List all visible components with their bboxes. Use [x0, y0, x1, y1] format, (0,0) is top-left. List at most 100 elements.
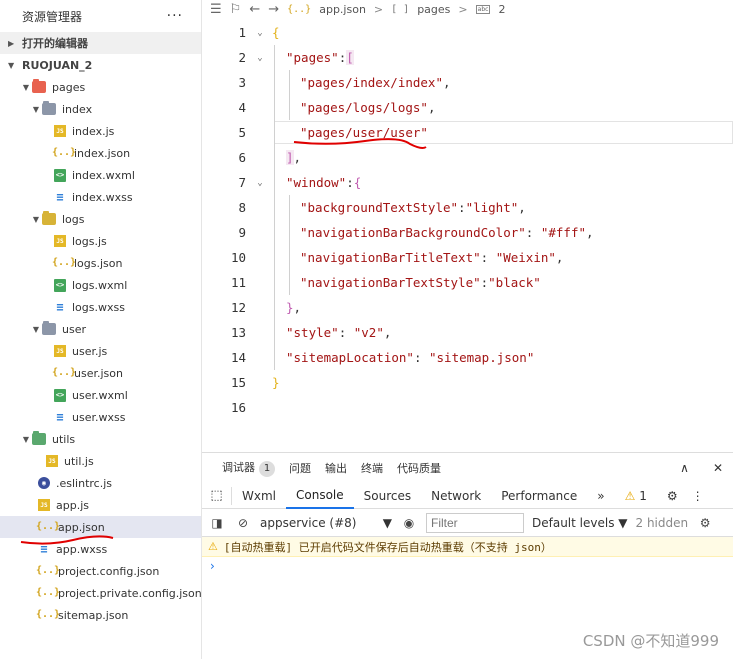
more-tabs-icon[interactable]: » — [587, 483, 614, 509]
tree-folder-index[interactable]: ▼ index — [0, 98, 201, 120]
context-select[interactable]: appservice (#8) ▼ — [260, 516, 392, 530]
tab-issues[interactable]: 问题 — [289, 460, 311, 476]
tree-file-index-wxss[interactable]: ≡ index.wxss — [0, 186, 201, 208]
fold-chevron-icon[interactable]: ⌄ — [248, 53, 272, 63]
filter-input[interactable] — [426, 512, 524, 533]
back-arrow-icon[interactable]: ← — [249, 2, 260, 17]
code-line[interactable]: 9 "navigationBarBackgroundColor": "#fff"… — [202, 220, 733, 245]
tab-network[interactable]: Network — [421, 483, 491, 509]
tree-folder-pages[interactable]: ▼ pages — [0, 76, 201, 98]
breadcrumb-file[interactable]: app.json — [319, 3, 366, 16]
more-actions-icon[interactable]: ··· — [167, 8, 183, 24]
tree-file-util-js[interactable]: JS util.js — [0, 450, 201, 472]
code-token: : — [413, 350, 429, 365]
code-token: "style" — [286, 325, 339, 340]
code-line[interactable]: 1 ⌄ { — [202, 20, 733, 45]
tab-performance[interactable]: Performance — [491, 483, 587, 509]
tree-file-project-config[interactable]: {..} project.config.json — [0, 560, 201, 582]
tree-file-app-json[interactable]: {..} app.json — [0, 516, 201, 538]
tab-wxml[interactable]: Wxml — [232, 483, 286, 509]
code-editor[interactable]: ☰ ⚐ ← → {..} app.json > [ ] pages > abc … — [202, 0, 733, 452]
list-icon[interactable]: ☰ — [210, 2, 222, 17]
tree-file-index-js[interactable]: JS index.js — [0, 120, 201, 142]
code-line[interactable]: 8 "backgroundTextStyle":"light", — [202, 195, 733, 220]
kebab-menu-icon[interactable]: ⋮ — [688, 483, 708, 509]
json-file-icon: {..} — [36, 521, 61, 532]
tab-output[interactable]: 输出 — [325, 460, 347, 476]
code-line[interactable]: 3 "pages/index/index", — [202, 70, 733, 95]
tree-file-index-wxml[interactable]: <> index.wxml — [0, 164, 201, 186]
wxss-file-icon: ≡ — [40, 542, 48, 556]
tree-file-logs-json[interactable]: {..} logs.json — [0, 252, 201, 274]
tab-debugger[interactable]: 调试器 1 — [222, 459, 275, 477]
breadcrumb-key[interactable]: pages — [417, 3, 450, 16]
file-tree: ▼ pages ▼ index JS index.js {..} index.j… — [0, 76, 202, 626]
close-panel-icon[interactable]: ✕ — [713, 461, 733, 475]
tab-code-quality[interactable]: 代码质量 — [397, 460, 441, 476]
indent-guide — [274, 220, 275, 245]
breadcrumb-index[interactable]: 2 — [498, 3, 505, 16]
tree-file-project-private-config[interactable]: {..} project.private.config.json — [0, 582, 202, 604]
code-token: "navigationBarTextStyle" — [300, 275, 481, 290]
forward-arrow-icon[interactable]: → — [268, 2, 279, 17]
project-root-section[interactable]: ▼ RUOJUAN_2 — [0, 54, 201, 76]
code-line[interactable]: 15 } — [202, 370, 733, 395]
explorer-header: 资源管理器 ··· — [0, 0, 201, 32]
tree-file-eslintrc[interactable]: ◉ .eslintrc.js — [0, 472, 201, 494]
tree-file-user-js[interactable]: JS user.js — [0, 340, 201, 362]
tree-folder-user[interactable]: ▼ user — [0, 318, 201, 340]
fold-chevron-icon[interactable]: ⌄ — [248, 178, 272, 188]
code-line[interactable]: 16 — [202, 395, 733, 420]
code-token: , — [293, 150, 302, 165]
tree-file-sitemap[interactable]: {..} sitemap.json — [0, 604, 201, 626]
tab-terminal[interactable]: 终端 — [361, 460, 383, 476]
chevron-down-icon: ▼ — [22, 82, 30, 92]
tree-file-logs-js[interactable]: JS logs.js — [0, 230, 201, 252]
panel-tabs: 调试器 1 问题 输出 终端 代码质量 ∧ ✕ — [202, 453, 733, 483]
code-lines[interactable]: 1 ⌄ { 2 ⌄ "pages":[ 3 "pages/index/index… — [202, 20, 733, 420]
count-badge: 1 — [259, 461, 275, 477]
eye-icon[interactable]: ◉ — [400, 516, 418, 530]
tree-file-app-wxss[interactable]: ≡ app.wxss — [0, 538, 201, 560]
settings-gear-icon[interactable]: ⚙ — [657, 483, 688, 509]
code-line[interactable]: 10 "navigationBarTitleText": "Weixin", — [202, 245, 733, 270]
sidebar-toggle-icon[interactable]: ◨ — [208, 516, 226, 530]
tree-folder-logs[interactable]: ▼ logs — [0, 208, 201, 230]
clear-console-icon[interactable]: ⊘ — [234, 516, 252, 530]
tab-console[interactable]: Console — [286, 483, 354, 509]
line-number: 11 — [230, 275, 246, 290]
collapse-panel-icon[interactable]: ∧ — [680, 461, 699, 475]
tree-file-index-json[interactable]: {..} index.json — [0, 142, 201, 164]
code-line-active[interactable]: 5 "pages/user/user" — [202, 120, 733, 145]
json-file-icon: {..} — [287, 3, 312, 15]
tree-file-logs-wxss[interactable]: ≡ logs.wxss — [0, 296, 201, 318]
tab-sources[interactable]: Sources — [354, 483, 421, 509]
code-line[interactable]: 12 }, — [202, 295, 733, 320]
tree-file-user-json[interactable]: {..} user.json — [0, 362, 201, 384]
fold-chevron-icon[interactable]: ⌄ — [248, 28, 272, 38]
watermark: CSDN @不知道999 — [582, 632, 719, 650]
code-line[interactable]: 7 ⌄ "window":{ — [202, 170, 733, 195]
console-prompt[interactable]: › — [202, 557, 733, 575]
code-line[interactable]: 11 "navigationBarTextStyle":"black" — [202, 270, 733, 295]
inspect-element-icon[interactable]: ⬚ — [202, 486, 232, 505]
tree-file-logs-wxml[interactable]: <> logs.wxml — [0, 274, 201, 296]
open-editors-section[interactable]: ▶ 打开的编辑器 — [0, 32, 201, 54]
code-line[interactable]: 13 "style": "v2", — [202, 320, 733, 345]
code-line[interactable]: 6 ], — [202, 145, 733, 170]
bookmark-icon[interactable]: ⚐ — [230, 2, 242, 17]
tree-file-user-wxss[interactable]: ≡ user.wxss — [0, 406, 201, 428]
code-line[interactable]: 4 "pages/logs/logs", — [202, 95, 733, 120]
code-line[interactable]: 14 "sitemapLocation": "sitemap.json" — [202, 345, 733, 370]
code-token: "pages/logs/logs" — [300, 100, 428, 115]
tab-label: 调试器 — [222, 461, 255, 474]
settings-gear-icon[interactable]: ⚙ — [696, 516, 714, 530]
code-token: } — [272, 375, 280, 390]
log-levels-select[interactable]: Default levels ▼ — [532, 516, 628, 530]
tree-file-app-js[interactable]: JS app.js — [0, 494, 201, 516]
tree-file-user-wxml[interactable]: <> user.wxml — [0, 384, 201, 406]
tree-folder-utils[interactable]: ▼ utils — [0, 428, 201, 450]
code-line[interactable]: 2 ⌄ "pages":[ — [202, 45, 733, 70]
tree-item-label: logs.js — [72, 234, 107, 248]
warning-counter[interactable]: ⚠ 1 — [615, 483, 657, 509]
